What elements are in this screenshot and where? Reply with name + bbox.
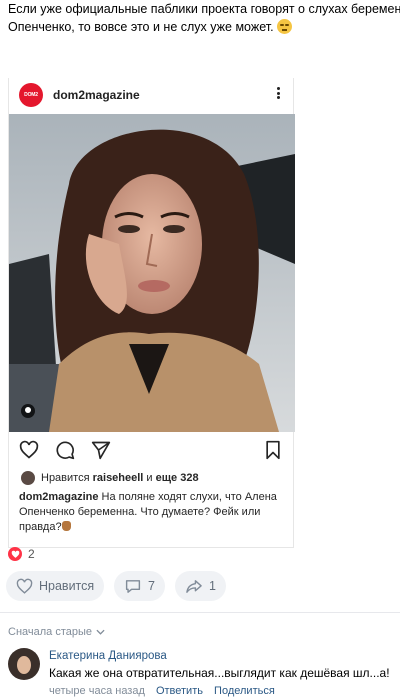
reply-button[interactable]: Ответить xyxy=(156,685,203,697)
share-arrow-icon xyxy=(186,579,202,593)
comment-author[interactable]: Екатерина Даниярова xyxy=(49,650,167,662)
likes-line: Нравится raiseheell и еще 328 xyxy=(21,471,199,485)
post-text-line-2: Опенченко, то вовсе это и не слух уже мо… xyxy=(8,18,400,36)
likes-prefix: Нравится xyxy=(41,472,90,484)
like-heart-icon[interactable] xyxy=(19,440,39,460)
like-label: Нравится xyxy=(39,579,95,593)
share-comment-button[interactable]: Поделиться xyxy=(214,685,275,697)
heart-outline-icon xyxy=(16,578,33,594)
comment-bubble-icon xyxy=(125,579,141,593)
smirk-emoji-icon xyxy=(277,19,293,34)
comments-count: 7 xyxy=(148,579,155,593)
comment-icon[interactable] xyxy=(55,440,75,460)
embed-header: DOM2 dom2magazine xyxy=(9,78,295,114)
embed-caption: dom2magazine На поляне ходят слухи, что … xyxy=(19,490,289,535)
more-options-icon[interactable] xyxy=(273,84,283,102)
tagged-users-icon[interactable] xyxy=(21,404,35,418)
comment-meta: четыре часа назад Ответить Поделиться xyxy=(49,685,283,697)
caption-username[interactable]: dom2magazine xyxy=(19,491,98,503)
liker-avatar xyxy=(21,471,35,485)
heart-reaction-icon xyxy=(8,547,22,561)
comment-avatar[interactable] xyxy=(8,648,40,680)
likes-more[interactable]: еще 328 xyxy=(156,472,199,484)
reactions-count: 2 xyxy=(28,547,35,561)
comment-time[interactable]: четыре часа назад xyxy=(49,685,145,697)
comments-sort-dropdown[interactable]: Сначала старые xyxy=(8,626,105,638)
pointing-finger-emoji-icon xyxy=(61,521,71,531)
post-text: Если уже официальные паблики проекта гов… xyxy=(8,0,400,36)
comment-text: Какая же она отвратительная...выглядит к… xyxy=(49,666,390,680)
embed-username[interactable]: dom2magazine xyxy=(53,88,140,102)
post-photo[interactable] xyxy=(9,114,295,432)
chevron-down-icon xyxy=(96,629,105,635)
post-text-line-1: Если уже официальные паблики проекта гов… xyxy=(8,2,400,16)
likes-and: и xyxy=(143,472,156,484)
comments-button[interactable]: 7 xyxy=(114,571,165,601)
send-icon[interactable] xyxy=(91,440,111,460)
post-text-line-2-text: Опенченко, то вовсе это и не слух уже мо… xyxy=(8,20,278,34)
divider xyxy=(0,612,400,613)
likes-user[interactable]: raiseheell xyxy=(93,472,144,484)
instagram-embed[interactable]: DOM2 dom2magazine Нравится raiseheell и … xyxy=(8,78,295,548)
embed-action-bar xyxy=(9,432,295,468)
reactions-summary[interactable]: 2 xyxy=(8,547,35,561)
like-button[interactable]: Нравится xyxy=(6,571,105,601)
avatar-logo-text: DOM2 xyxy=(24,92,38,98)
sort-label: Сначала старые xyxy=(8,626,93,638)
bookmark-icon[interactable] xyxy=(263,440,283,460)
profile-avatar[interactable]: DOM2 xyxy=(19,83,43,107)
share-button[interactable]: 1 xyxy=(175,571,226,601)
share-count: 1 xyxy=(209,579,216,593)
